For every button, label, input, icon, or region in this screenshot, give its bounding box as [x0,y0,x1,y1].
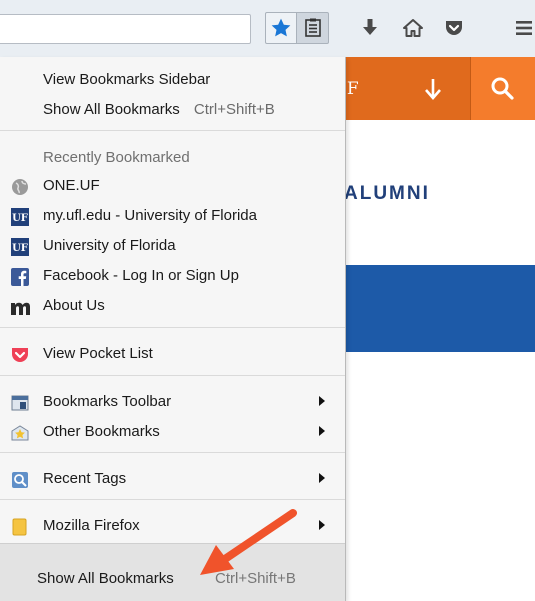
alumni-heading: ALUMNI [344,183,430,204]
recent-item-my-ufl[interactable]: UF my.ufl.edu - University of Florida [0,204,345,228]
menu-separator [0,452,345,453]
uf-badge-text: UF [12,213,28,224]
menu-item-show-all-bookmarks[interactable]: Show All Bookmarks Ctrl+Shift+B [0,98,345,122]
open-menu-button[interactable] [508,12,535,44]
recent-heading-label: Recently Bookmarked [43,149,190,166]
bookmarks-toolbar-icon [11,395,29,411]
star-icon [271,18,291,37]
footer-label: Show All Bookmarks [37,570,174,587]
pocket-icon [446,21,462,35]
show-all-shortcut: Ctrl+Shift+B [193,101,275,118]
recent-item-one-uf[interactable]: ONE.UF [0,174,345,198]
downloads-button[interactable] [354,12,386,44]
recent-label: About Us [43,297,105,314]
menu-separator [0,130,345,131]
download-icon [363,19,377,35]
navigation-toolbar [0,0,535,58]
bookmarks-menu-button[interactable] [297,12,329,44]
bookmark-star-button[interactable] [265,12,297,44]
recent-label: my.ufl.edu - University of Florida [43,207,257,224]
submenu-arrow-icon [319,520,325,530]
recent-label: Facebook - Log In or Sign Up [43,267,239,284]
facebook-icon [11,268,29,286]
home-button[interactable] [397,12,429,44]
globe-icon [12,179,28,195]
menu-separator [0,327,345,328]
pocket-button[interactable] [438,12,470,44]
submenu-arrow-icon [319,426,325,436]
uf-icon: UF [11,238,29,256]
m-logo-icon [11,302,30,315]
search-icon [491,77,514,100]
arrow-down-icon[interactable] [422,75,444,103]
site-search-button[interactable] [470,57,535,120]
recent-item-university-of-florida[interactable]: UF University of Florida [0,234,345,258]
recent-item-about-us[interactable]: About Us [0,294,345,318]
pocket-label: View Pocket List [43,345,153,362]
menu-separator [0,499,345,500]
menu-item-view-bookmarks-sidebar[interactable]: View Bookmarks Sidebar [0,68,345,92]
pocket-icon [12,348,28,362]
home-icon [403,19,423,37]
annotation-arrow-icon [200,509,297,575]
bookmarks-toolbar-label: Bookmarks Toolbar [43,393,172,410]
submenu-arrow-icon [319,473,325,483]
view-sidebar-label: View Bookmarks Sidebar [43,71,211,88]
hamburger-menu-icon [516,21,532,35]
recent-item-facebook[interactable]: Facebook - Log In or Sign Up [0,264,345,288]
recent-label: ONE.UF [43,177,100,194]
show-all-label-group: Show All Bookmarks Ctrl+Shift+B [43,101,275,118]
uf-badge-text: UF [12,243,28,254]
other-bookmarks-label: Other Bookmarks [43,423,160,440]
submenu-arrow-icon [319,396,325,406]
mozilla-firefox-label: Mozilla Firefox [43,517,140,534]
menu-item-other-bookmarks[interactable]: Other Bookmarks [0,420,345,444]
recent-label: University of Florida [43,237,176,254]
show-all-label: Show All Bookmarks [43,101,180,118]
menu-item-recent-tags[interactable]: Recent Tags [0,467,345,491]
menu-item-bookmarks-toolbar[interactable]: Bookmarks Toolbar [0,390,345,414]
recently-bookmarked-heading: Recently Bookmarked [0,146,345,170]
recent-tags-label: Recent Tags [43,470,127,487]
url-bar[interactable] [0,14,251,44]
uf-icon: UF [11,208,29,226]
menu-separator [0,375,345,376]
folder-icon [12,518,27,536]
recent-tags-icon [12,472,28,488]
other-bookmarks-icon [11,425,29,441]
blue-banner [320,265,535,352]
menu-item-view-pocket-list[interactable]: View Pocket List [0,342,345,366]
bookmarks-menu-icon [304,18,321,37]
